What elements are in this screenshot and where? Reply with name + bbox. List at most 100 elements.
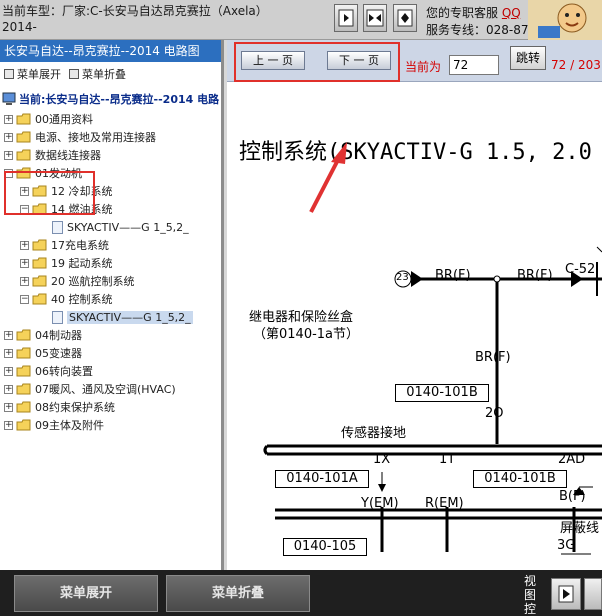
next-view-button[interactable] bbox=[551, 578, 581, 610]
expand-icon[interactable]: + bbox=[20, 240, 29, 250]
tree-node[interactable]: +04制动器 bbox=[0, 326, 221, 344]
tree-node-label: 20 巡航控制系统 bbox=[51, 275, 135, 288]
expand-icon[interactable]: + bbox=[4, 330, 13, 340]
tree-node[interactable]: +00通用资料 bbox=[0, 110, 221, 128]
pin-label: 1T bbox=[439, 452, 456, 467]
expand-icon[interactable]: + bbox=[4, 420, 13, 430]
collapse-all-icon bbox=[69, 69, 79, 79]
expand-icon[interactable]: + bbox=[4, 384, 13, 394]
single-page-icon bbox=[338, 9, 354, 27]
pin-label: 2AD bbox=[558, 452, 586, 467]
support-qq-link[interactable]: QQ bbox=[502, 6, 521, 20]
circle-23-label: 23 bbox=[396, 272, 409, 283]
support-info: 您的专职客服 QQ 服务专线：028-87 bbox=[426, 5, 529, 39]
connector-arrow-icon bbox=[411, 271, 423, 287]
bottom-collapse-button[interactable]: 菜单折叠 bbox=[166, 575, 310, 612]
pin-label: 1X bbox=[373, 452, 391, 467]
tree-node[interactable]: + 电源、接地及常用连接器 bbox=[0, 128, 221, 146]
header-bar: 当前车型：厂家:C-长安马自达昂克赛拉（Axela） 2014- 您的专职客服 … bbox=[0, 0, 602, 40]
wire-label: BR(F) bbox=[435, 268, 471, 283]
collapse-icon[interactable]: − bbox=[20, 294, 29, 304]
expand-icon[interactable]: + bbox=[4, 348, 13, 358]
pin-label: 3G bbox=[557, 538, 576, 553]
app-window: 当前车型：厂家:C-长安马自达昂克赛拉（Axela） 2014- 您的专职客服 … bbox=[0, 0, 602, 616]
tree-node-label: SKYACTIV——G 1_5,2_ bbox=[67, 310, 193, 324]
wire-label: R(EM) bbox=[425, 496, 464, 511]
toolbar-expand-label: 菜单展开 bbox=[17, 68, 61, 81]
fit-page-view-button[interactable] bbox=[393, 4, 417, 32]
expand-icon[interactable]: + bbox=[4, 402, 13, 412]
tree-node[interactable]: +05变速器 bbox=[0, 344, 221, 362]
left-panel-title: 长安马自达--昂克赛拉--2014 电路图 bbox=[0, 40, 221, 62]
wire-label: B(F) bbox=[559, 489, 586, 504]
menu-tree: +00通用资料 + 电源、接地及常用连接器 + 数据线连接器 −01发动机 +12 … bbox=[0, 110, 221, 434]
more-view-button[interactable] bbox=[584, 578, 602, 610]
tree-node[interactable]: +19 起动系统 bbox=[0, 254, 221, 272]
tree-root[interactable]: 当前:长安马自达--昂克赛拉--2014 电路 bbox=[0, 88, 221, 110]
expand-icon[interactable]: + bbox=[4, 132, 13, 142]
mascot-image bbox=[528, 0, 602, 40]
annotation-box-engine bbox=[4, 171, 95, 215]
tree-node-label: 04制动器 bbox=[35, 329, 82, 342]
page-count: 72 / 203 bbox=[551, 58, 601, 72]
shield-label: 屏蔽线 bbox=[560, 521, 600, 536]
tree-node[interactable]: +09主体及附件 bbox=[0, 416, 221, 434]
single-page-view-button[interactable] bbox=[334, 4, 358, 32]
folder-icon bbox=[16, 329, 31, 341]
toolbar-expand-button[interactable]: 菜单展开 bbox=[4, 66, 61, 82]
toolbar-collapse-button[interactable]: 菜单折叠 bbox=[69, 66, 126, 82]
left-menu-panel: 长安马自达--昂克赛拉--2014 电路图 菜单展开 菜单折叠 当前:长安马自达… bbox=[0, 40, 224, 570]
tree-node[interactable]: + 数据线连接器 bbox=[0, 146, 221, 164]
tree-node-label: 19 起动系统 bbox=[51, 257, 113, 270]
folder-icon bbox=[16, 347, 31, 359]
tree-node-label: 05变速器 bbox=[35, 347, 82, 360]
annotation-box-nav bbox=[234, 42, 400, 82]
tree-leaf-selected[interactable]: SKYACTIV——G 1_5,2_ bbox=[0, 308, 221, 326]
tree-node[interactable]: +17充电系统 bbox=[0, 236, 221, 254]
page-number-input[interactable] bbox=[449, 55, 499, 75]
fit-page-icon bbox=[397, 9, 413, 27]
bottom-expand-button[interactable]: 菜单展开 bbox=[14, 575, 158, 612]
tree-node-label: 00通用资料 bbox=[35, 113, 93, 126]
support-label: 您的专职客服 bbox=[426, 6, 499, 20]
tree-node-label: 电源、接地及常用连接器 bbox=[35, 131, 156, 144]
folder-icon bbox=[16, 131, 31, 143]
tree-node[interactable]: +06转向装置 bbox=[0, 362, 221, 380]
left-toolbar: 菜单展开 菜单折叠 bbox=[0, 62, 221, 86]
folder-icon bbox=[16, 149, 31, 161]
folder-icon bbox=[32, 257, 47, 269]
folder-icon bbox=[16, 113, 31, 125]
jump-button[interactable]: 跳转 bbox=[510, 46, 546, 70]
tree-node-label: SKYACTIV——G 1_5,2_ bbox=[67, 220, 189, 234]
tree-node[interactable]: +20 巡航控制系统 bbox=[0, 272, 221, 290]
expand-icon[interactable]: + bbox=[4, 114, 13, 124]
next-arrow-icon bbox=[558, 585, 574, 603]
wire-label: Y(EM) bbox=[361, 496, 399, 511]
relay-box-sublabel: （第0140-1a节） bbox=[253, 327, 360, 342]
expand-icon[interactable]: + bbox=[4, 150, 13, 160]
sensor-ground-label: 传感器接地 bbox=[341, 426, 407, 441]
dual-page-icon bbox=[366, 9, 384, 27]
folder-icon bbox=[16, 419, 31, 431]
tree-node[interactable]: +08约束保护系统 bbox=[0, 398, 221, 416]
ref-box: 0140-101A bbox=[275, 470, 369, 488]
folder-icon bbox=[16, 401, 31, 413]
junction-dot bbox=[493, 275, 501, 283]
tree-node[interactable]: − 40 控制系统 bbox=[0, 290, 221, 308]
expand-icon[interactable]: + bbox=[20, 276, 29, 286]
folder-icon bbox=[16, 383, 31, 395]
page-nav-bar: 上 一 页 下 一 页 当前为 跳转 72 / 203 bbox=[227, 40, 602, 82]
expand-icon[interactable]: + bbox=[20, 258, 29, 268]
tree-root-label: 当前:长安马自达--昂克赛拉--2014 电路 bbox=[19, 93, 220, 106]
expand-icon[interactable]: + bbox=[4, 366, 13, 376]
diagram-panel: 上 一 页 下 一 页 当前为 跳转 72 / 203 控制系统(SKYACTI… bbox=[227, 40, 602, 570]
wire-label: BR(F) bbox=[475, 350, 511, 365]
tree-node[interactable]: +07暖风、通风及空调(HVAC) bbox=[0, 380, 221, 398]
dual-page-view-button[interactable] bbox=[363, 4, 387, 32]
document-icon bbox=[52, 310, 63, 324]
car-model-info: 当前车型：厂家:C-长安马自达昂克赛拉（Axela） 2014- bbox=[2, 3, 327, 35]
tree-leaf[interactable]: SKYACTIV——G 1_5,2_ bbox=[0, 218, 221, 236]
bottom-toolbar: 菜单展开 菜单折叠 视图控 bbox=[0, 570, 602, 616]
ref-box: 0140-105 bbox=[283, 538, 367, 556]
circuit-diagram: 控制系统(SKYACTIV-G 1.5, 2.0 继电器和保险丝盒 （第0140… bbox=[227, 82, 602, 570]
